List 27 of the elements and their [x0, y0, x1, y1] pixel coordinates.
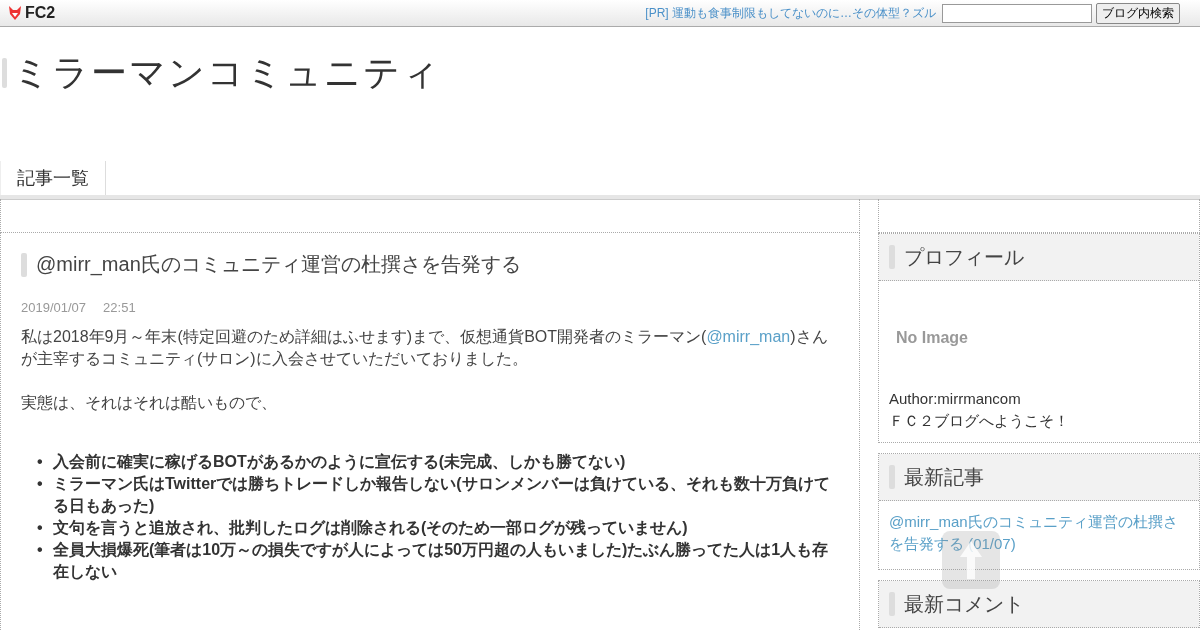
bullet-item: ミラーマン氏はTwitterでは勝ちトレードしか報告しない(サロンメンバーは負けている、それも数十万負けてる日もあった) [53, 474, 831, 516]
bullet-item: 全員大損爆死(筆者は10万～の損失ですが人によっては50万円超の人もいました)たぶん勝ってた人は1人も存在しない [53, 540, 830, 583]
welcome-text: ＦＣ２ブログへようこそ！ [889, 411, 1070, 431]
widget-title: プロフィール [904, 244, 1024, 270]
search-button[interactable]: ブログ内検索 [1096, 2, 1180, 24]
bullet-item: 文句を言うと追放され、批判したログは削除される(そのため一部ログが残っていません) [53, 518, 689, 539]
bullet-marker: • [37, 452, 44, 472]
no-image-label: No Image [896, 329, 968, 347]
nav-tab[interactable]: 記事一覧 [0, 161, 106, 195]
article-paragraph: 実態は、それはそれは酷いもので、 [21, 393, 278, 413]
heading-marker [21, 252, 27, 277]
widget-title: 最新コメント [904, 591, 1024, 617]
widget-title: 最新記事 [904, 464, 984, 490]
post-time: 22:51 [103, 300, 136, 315]
search-field[interactable] [942, 3, 1092, 23]
fox-icon [7, 5, 23, 21]
bullet-item: 入会前に確実に稼げるBOTがあるかのように宣伝する(未完成、しかも勝てない) [53, 452, 627, 473]
title-marker [2, 58, 7, 88]
blog-title[interactable]: ミラーマンコミュニティ [13, 48, 441, 98]
site-logo[interactable]: FC2 [25, 4, 56, 22]
article-paragraph: 私は2018年9月～年末(特定回避のため詳細はふせます)まで、仮想通貨BOT開発者のミラーマン(@mirr_man)さんが主宰するコミュニティ(サロン)に入会させていただいておりました。 [21, 327, 829, 369]
author-name: Author:mirrmancom [889, 389, 1022, 409]
article-title: @mirr_man氏のコミュニティ運営の杜撰さを告発する [36, 252, 521, 278]
bullet-marker: • [37, 518, 44, 538]
post-date: 2019/01/07 [21, 300, 87, 315]
bullet-marker: • [37, 474, 44, 494]
bullet-marker: • [37, 540, 44, 560]
